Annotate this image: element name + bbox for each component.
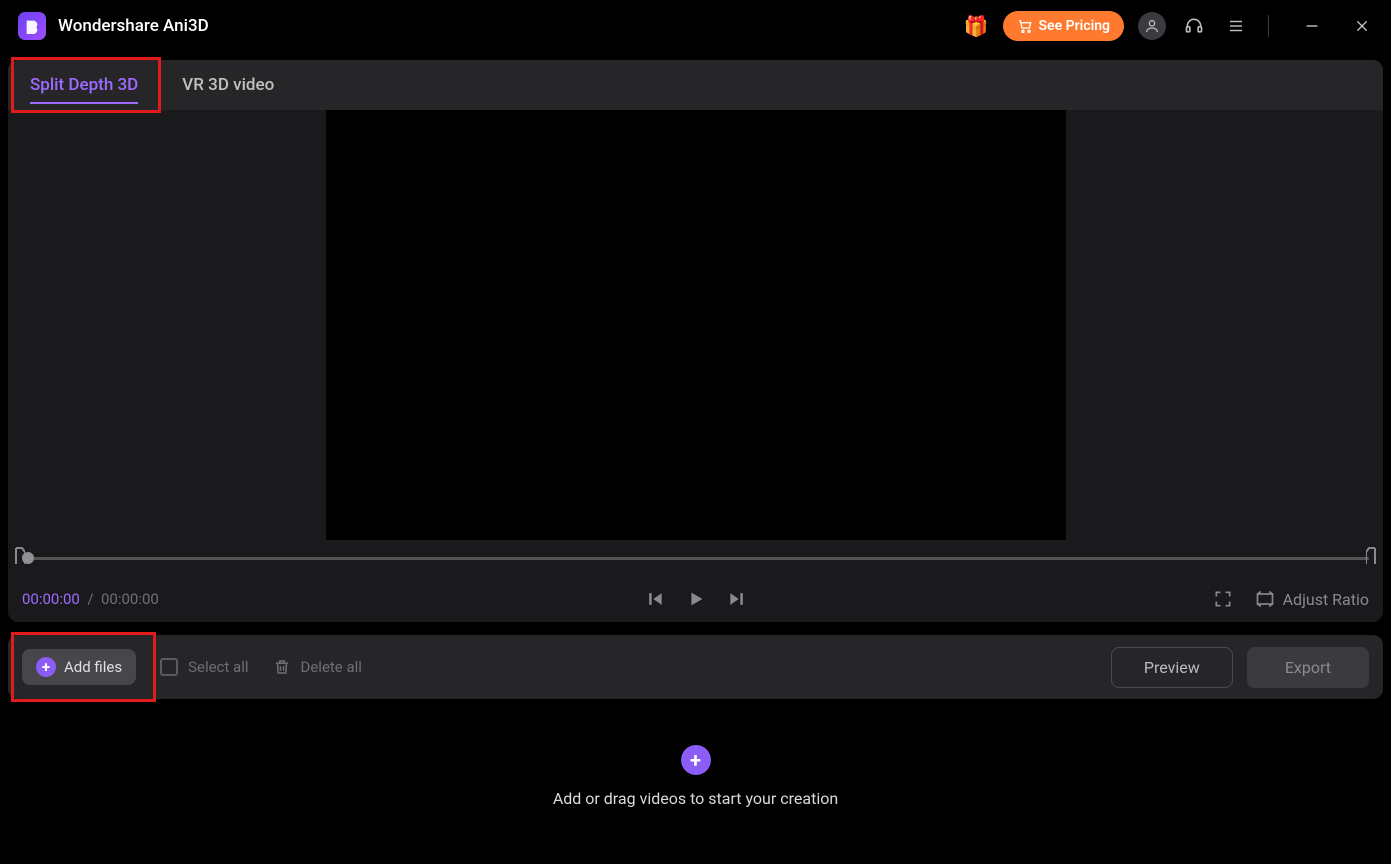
trash-icon	[273, 658, 291, 676]
drop-zone[interactable]: + Add or drag videos to start your creat…	[8, 711, 1383, 841]
cart-icon	[1017, 18, 1033, 34]
window-close-button[interactable]	[1351, 15, 1373, 37]
preview-panel: 00:00:00 / 00:00:00 Adjust Ratio	[8, 110, 1383, 622]
preview-button[interactable]: Preview	[1111, 647, 1233, 688]
fullscreen-button[interactable]	[1213, 589, 1233, 609]
see-pricing-label: See Pricing	[1039, 18, 1110, 34]
delete-all-button[interactable]: Delete all	[273, 658, 362, 676]
select-all-label: Select all	[188, 658, 248, 676]
next-frame-button[interactable]	[727, 589, 747, 609]
account-icon[interactable]	[1138, 12, 1166, 40]
checkbox-icon	[160, 658, 178, 676]
video-viewport	[8, 110, 1383, 540]
plus-circle-icon: +	[36, 657, 56, 677]
tab-label: Split Depth 3D	[30, 75, 138, 95]
app-logo-icon	[18, 12, 46, 40]
seek-track[interactable]	[22, 557, 1369, 560]
seek-bar-row	[8, 540, 1383, 576]
drop-zone-plus-icon[interactable]: +	[681, 745, 711, 775]
add-files-button[interactable]: + Add files	[22, 649, 136, 685]
file-toolbar: + Add files Select all Delete all Previe…	[8, 635, 1383, 699]
play-button[interactable]	[685, 588, 707, 610]
adjust-ratio-button[interactable]: Adjust Ratio	[1255, 589, 1369, 609]
tab-split-depth-3d[interactable]: Split Depth 3D	[8, 60, 160, 110]
adjust-ratio-icon	[1255, 589, 1275, 609]
see-pricing-button[interactable]: See Pricing	[1003, 11, 1124, 41]
add-files-label: Add files	[64, 658, 122, 676]
mode-tabs: Split Depth 3D VR 3D video	[8, 60, 1383, 110]
app-title: Wondershare Ani3D	[58, 16, 209, 36]
view-controls: Adjust Ratio	[1213, 589, 1369, 609]
gift-icon[interactable]: 🎁	[964, 14, 989, 38]
time-separator: /	[87, 590, 93, 608]
tab-vr-3d-video[interactable]: VR 3D video	[160, 60, 296, 110]
timecode-display: 00:00:00 / 00:00:00	[22, 590, 159, 608]
seek-playhead[interactable]	[22, 552, 34, 564]
current-time: 00:00:00	[22, 590, 80, 608]
delete-all-label: Delete all	[301, 658, 362, 676]
support-headset-icon[interactable]	[1180, 12, 1208, 40]
video-canvas	[326, 110, 1066, 540]
export-button[interactable]: Export	[1247, 647, 1369, 688]
drop-zone-hint: Add or drag videos to start your creatio…	[553, 789, 838, 808]
tab-label: VR 3D video	[182, 75, 274, 95]
previous-frame-button[interactable]	[645, 589, 665, 609]
playback-controls	[645, 588, 747, 610]
window-minimize-button[interactable]	[1301, 15, 1323, 37]
select-all-checkbox[interactable]: Select all	[160, 658, 248, 676]
titlebar-divider	[1268, 15, 1269, 37]
player-controls: 00:00:00 / 00:00:00 Adjust Ratio	[8, 576, 1383, 622]
titlebar-actions: 🎁 See Pricing	[964, 11, 1373, 41]
titlebar: Wondershare Ani3D 🎁 See Pricing	[0, 0, 1391, 52]
total-time: 00:00:00	[101, 590, 159, 608]
trim-handle-right-icon[interactable]	[1366, 547, 1376, 569]
adjust-ratio-label: Adjust Ratio	[1283, 590, 1369, 609]
hamburger-menu-icon[interactable]	[1222, 12, 1250, 40]
